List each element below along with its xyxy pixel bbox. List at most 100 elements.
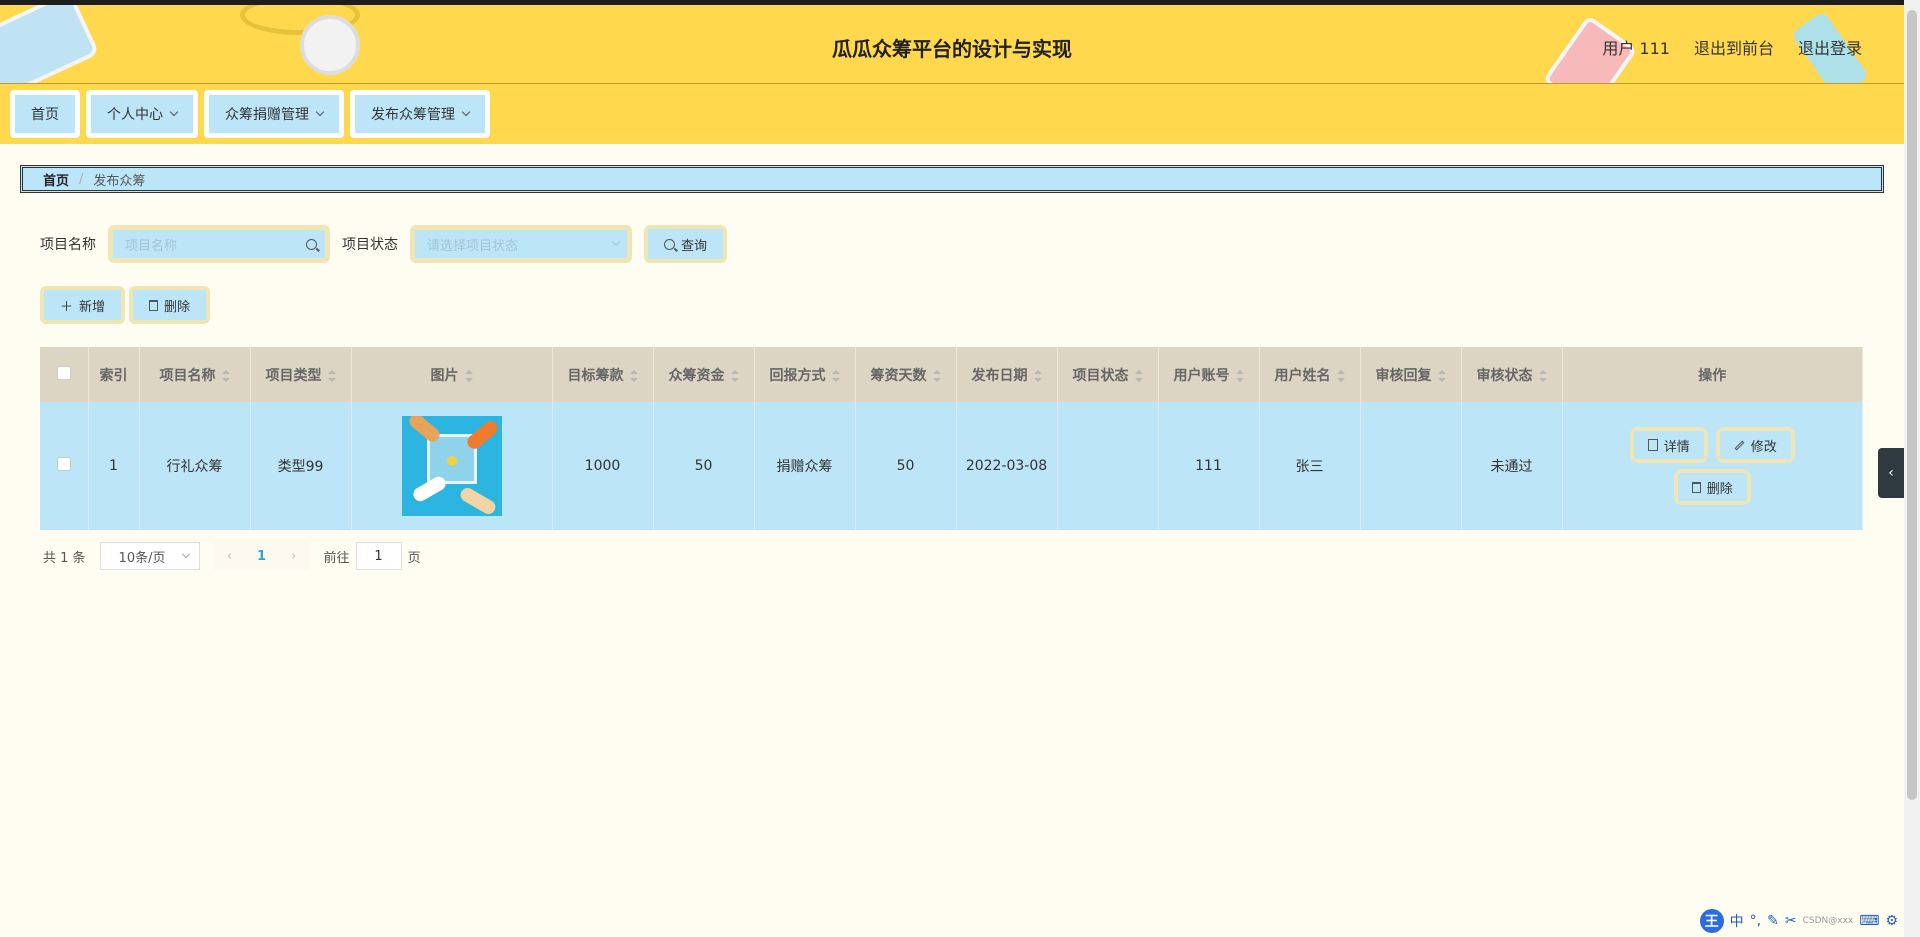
col-label: 用户账号: [1173, 367, 1230, 384]
data-table: 索引 项目名称 项目类型 图片 目标筹款 众筹资金 回报方式 筹资天数 发布日期…: [40, 347, 1863, 530]
current-user: 用户 111: [1602, 39, 1670, 58]
col-date[interactable]: 发布日期: [956, 347, 1058, 402]
batch-delete-button-wrap: 删除: [129, 286, 211, 324]
chevron-down-icon: [169, 107, 179, 117]
cell-account: 111: [1158, 402, 1260, 530]
sort-icon[interactable]: [629, 369, 638, 382]
plus-icon: ＋: [60, 299, 74, 315]
sort-icon[interactable]: [1235, 369, 1244, 382]
cell-reward: 捐赠众筹: [754, 402, 856, 530]
sort-icon[interactable]: [221, 369, 230, 382]
sort-icon[interactable]: [1336, 369, 1345, 382]
page-jump: 前往 1 页: [324, 542, 421, 570]
col-label: 筹资天数: [870, 367, 927, 384]
row-delete-button[interactable]: 删除: [1677, 473, 1747, 501]
col-label: 图片: [430, 367, 459, 384]
col-reply[interactable]: 审核回复: [1360, 347, 1462, 402]
nav-item-publish-management[interactable]: 发布众筹管理: [350, 90, 490, 138]
project-status-select[interactable]: 请选择项目状态: [415, 230, 627, 258]
col-audit[interactable]: 审核状态: [1461, 347, 1563, 402]
nav-item-label: 个人中心: [107, 107, 163, 123]
col-label: 索引: [99, 367, 128, 384]
ime-badge-icon[interactable]: 王: [1699, 909, 1724, 933]
sort-icon[interactable]: [464, 369, 473, 382]
goto-page-input[interactable]: 1: [355, 542, 402, 570]
search-icon: [306, 238, 317, 250]
main-nav: 首页 个人中心 众筹捐赠管理 发布众筹管理: [0, 84, 1904, 144]
edit-button[interactable]: 修改: [1719, 431, 1791, 459]
ime-language[interactable]: 中: [1730, 911, 1744, 931]
page-size-value: 10条/页: [118, 550, 166, 566]
detail-button[interactable]: 详情: [1633, 431, 1704, 459]
nav-item-home[interactable]: 首页: [10, 90, 80, 138]
col-name[interactable]: 项目名称: [139, 347, 251, 402]
project-status-wrap: 请选择项目状态: [410, 225, 632, 263]
scrollbar-thumb[interactable]: [1907, 10, 1917, 800]
prev-page-button[interactable]: ‹: [214, 542, 246, 570]
select-all-checkbox[interactable]: [56, 365, 71, 380]
col-type[interactable]: 项目类型: [250, 347, 352, 402]
col-label: 审核状态: [1476, 367, 1533, 384]
punctuation-icon[interactable]: °,: [1750, 913, 1761, 929]
cell-date: 2022-03-08: [956, 402, 1058, 530]
cell-reply: [1360, 402, 1462, 530]
detail-button-wrap: 详情: [1629, 427, 1708, 463]
gear-icon[interactable]: ⚙: [1885, 913, 1898, 929]
col-label: 用户姓名: [1274, 367, 1331, 384]
cell-username: 张三: [1259, 402, 1361, 530]
sort-icon[interactable]: [1033, 369, 1042, 382]
nav-item-label: 首页: [31, 107, 59, 123]
col-username[interactable]: 用户姓名: [1259, 347, 1361, 402]
breadcrumb-home[interactable]: 首页: [43, 170, 69, 189]
col-label: 回报方式: [769, 367, 826, 384]
col-reward[interactable]: 回报方式: [754, 347, 856, 402]
sort-icon[interactable]: [1134, 369, 1143, 382]
chevron-down-icon: [611, 237, 621, 247]
goto-prefix: 前往: [323, 550, 350, 566]
col-days[interactable]: 筹资天数: [855, 347, 957, 402]
logout-link[interactable]: 退出登录: [1798, 35, 1862, 59]
chevron-left-icon: ‹: [1888, 465, 1894, 481]
project-name-input[interactable]: 项目名称: [113, 230, 325, 258]
sort-icon[interactable]: [932, 369, 941, 382]
nav-item-personal-center[interactable]: 个人中心: [86, 90, 198, 138]
col-account[interactable]: 用户账号: [1158, 347, 1260, 402]
image-hand: [406, 416, 442, 445]
sort-icon[interactable]: [1437, 369, 1446, 382]
add-button[interactable]: ＋ 新增: [44, 290, 122, 320]
cell-index: 1: [88, 402, 140, 530]
pen-icon[interactable]: ✎: [1767, 913, 1779, 929]
page-number[interactable]: 1: [246, 542, 278, 570]
keyboard-icon[interactable]: ⌨: [1859, 913, 1879, 929]
col-status[interactable]: 项目状态: [1057, 347, 1159, 402]
batch-delete-button[interactable]: 删除: [133, 290, 207, 320]
detail-label: 详情: [1663, 439, 1690, 455]
document-icon: [1647, 439, 1658, 451]
sort-icon[interactable]: [327, 369, 336, 382]
row-checkbox[interactable]: [56, 457, 71, 471]
col-image[interactable]: 图片: [351, 347, 553, 402]
table-header-row: 索引 项目名称 项目类型 图片 目标筹款 众筹资金 回报方式 筹资天数 发布日期…: [40, 347, 1863, 402]
page-size-select[interactable]: 10条/页: [99, 542, 200, 570]
cell-funds: 50: [653, 402, 755, 530]
col-funds[interactable]: 众筹资金: [653, 347, 755, 402]
sort-icon[interactable]: [831, 369, 840, 382]
vertical-scrollbar[interactable]: [1904, 0, 1920, 937]
col-label: 目标筹款: [567, 367, 624, 384]
edit-icon: [1734, 440, 1745, 450]
back-to-front-link[interactable]: 退出到前台: [1694, 35, 1774, 59]
nav-item-donation-management[interactable]: 众筹捐赠管理: [204, 90, 344, 138]
side-panel-toggle[interactable]: ‹: [1878, 448, 1904, 498]
query-button[interactable]: 查询: [648, 229, 724, 259]
sort-icon[interactable]: [730, 369, 739, 382]
select-all-cell: [40, 347, 89, 402]
edit-label: 修改: [1750, 439, 1777, 455]
cell-status: [1057, 402, 1159, 530]
next-page-button[interactable]: ›: [278, 542, 310, 570]
scissors-icon[interactable]: ✂: [1785, 913, 1797, 929]
sort-icon[interactable]: [1538, 369, 1547, 382]
chevron-down-icon: [461, 107, 471, 117]
col-label: 项目名称: [159, 367, 216, 384]
col-target[interactable]: 目标筹款: [552, 347, 654, 402]
search-form: 项目名称 项目名称 项目状态 请选择项目状态 查询: [40, 224, 728, 264]
